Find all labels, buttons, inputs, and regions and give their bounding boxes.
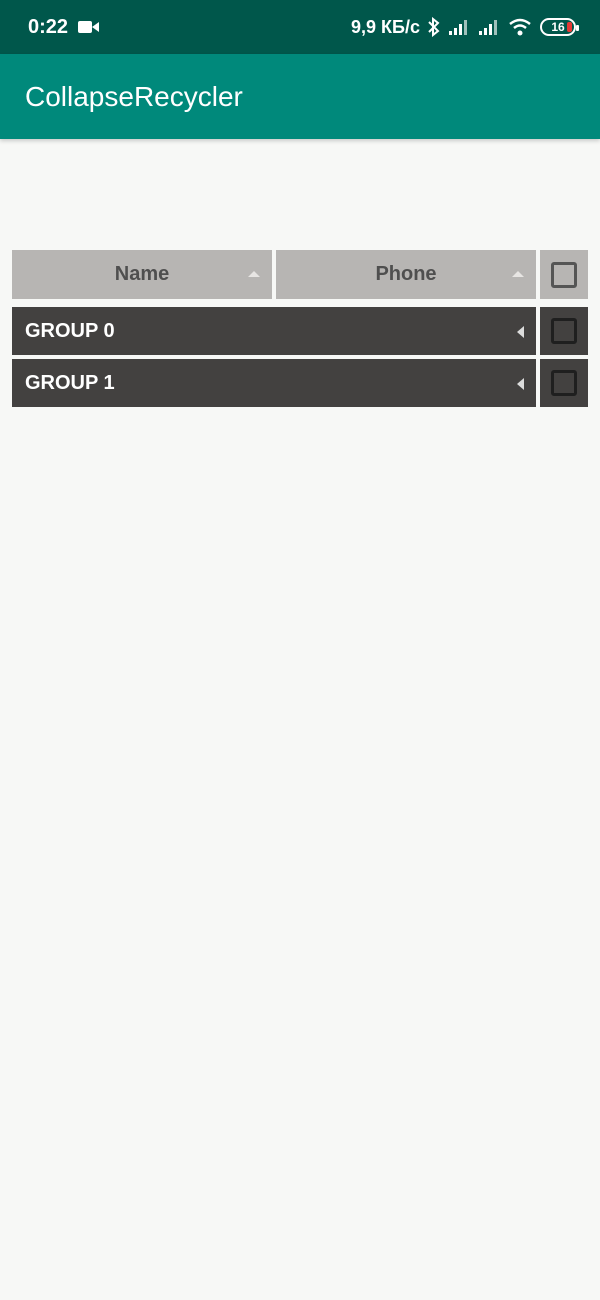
sort-ascending-icon bbox=[512, 271, 524, 277]
status-time: 0:22 bbox=[28, 15, 69, 38]
group-header[interactable]: GROUP 1 bbox=[12, 359, 536, 407]
name-header-label: Name bbox=[114, 263, 170, 285]
sort-ascending-icon bbox=[248, 271, 260, 277]
signal-icon bbox=[478, 18, 500, 36]
phone-column-header[interactable]: Phone bbox=[276, 250, 536, 299]
group-row: GROUP 1 bbox=[12, 359, 588, 407]
group-row: GROUP 0 bbox=[12, 307, 588, 355]
status-bar: 0:22 9,9 КБ/с 16 bbox=[0, 0, 600, 54]
wifi-icon bbox=[508, 18, 532, 36]
status-right: 9,9 КБ/с 16 bbox=[351, 16, 579, 38]
group-check-cell bbox=[540, 359, 588, 407]
app-title: CollapseRecycler bbox=[25, 80, 243, 112]
group-label: GROUP 1 bbox=[25, 371, 115, 394]
status-left: 0:22 bbox=[28, 16, 100, 39]
expand-arrow-icon bbox=[517, 378, 524, 390]
select-all-checkbox[interactable] bbox=[551, 261, 577, 288]
battery-level: 16 bbox=[551, 20, 565, 34]
bluetooth-icon bbox=[428, 17, 440, 37]
battery-low-indicator bbox=[567, 22, 572, 32]
group-check-cell bbox=[540, 307, 588, 355]
group-checkbox[interactable] bbox=[551, 370, 577, 396]
group-header[interactable]: GROUP 0 bbox=[12, 307, 536, 355]
network-speed: 9,9 КБ/с bbox=[351, 16, 420, 37]
expand-arrow-icon bbox=[517, 326, 524, 338]
select-all-cell bbox=[540, 250, 588, 299]
phone-header-label: Phone bbox=[375, 263, 437, 285]
name-column-header[interactable]: Name bbox=[12, 250, 272, 299]
table-header-row: Name Phone bbox=[12, 250, 588, 299]
video-camera-icon bbox=[78, 19, 100, 35]
group-checkbox[interactable] bbox=[551, 318, 577, 344]
app-bar: CollapseRecycler bbox=[0, 54, 600, 139]
battery-icon: 16 bbox=[540, 18, 579, 36]
signal-icon bbox=[448, 18, 470, 36]
collapse-table: Name Phone GROUP 0 GROUP 1 bbox=[12, 250, 588, 407]
group-label: GROUP 0 bbox=[25, 319, 115, 342]
